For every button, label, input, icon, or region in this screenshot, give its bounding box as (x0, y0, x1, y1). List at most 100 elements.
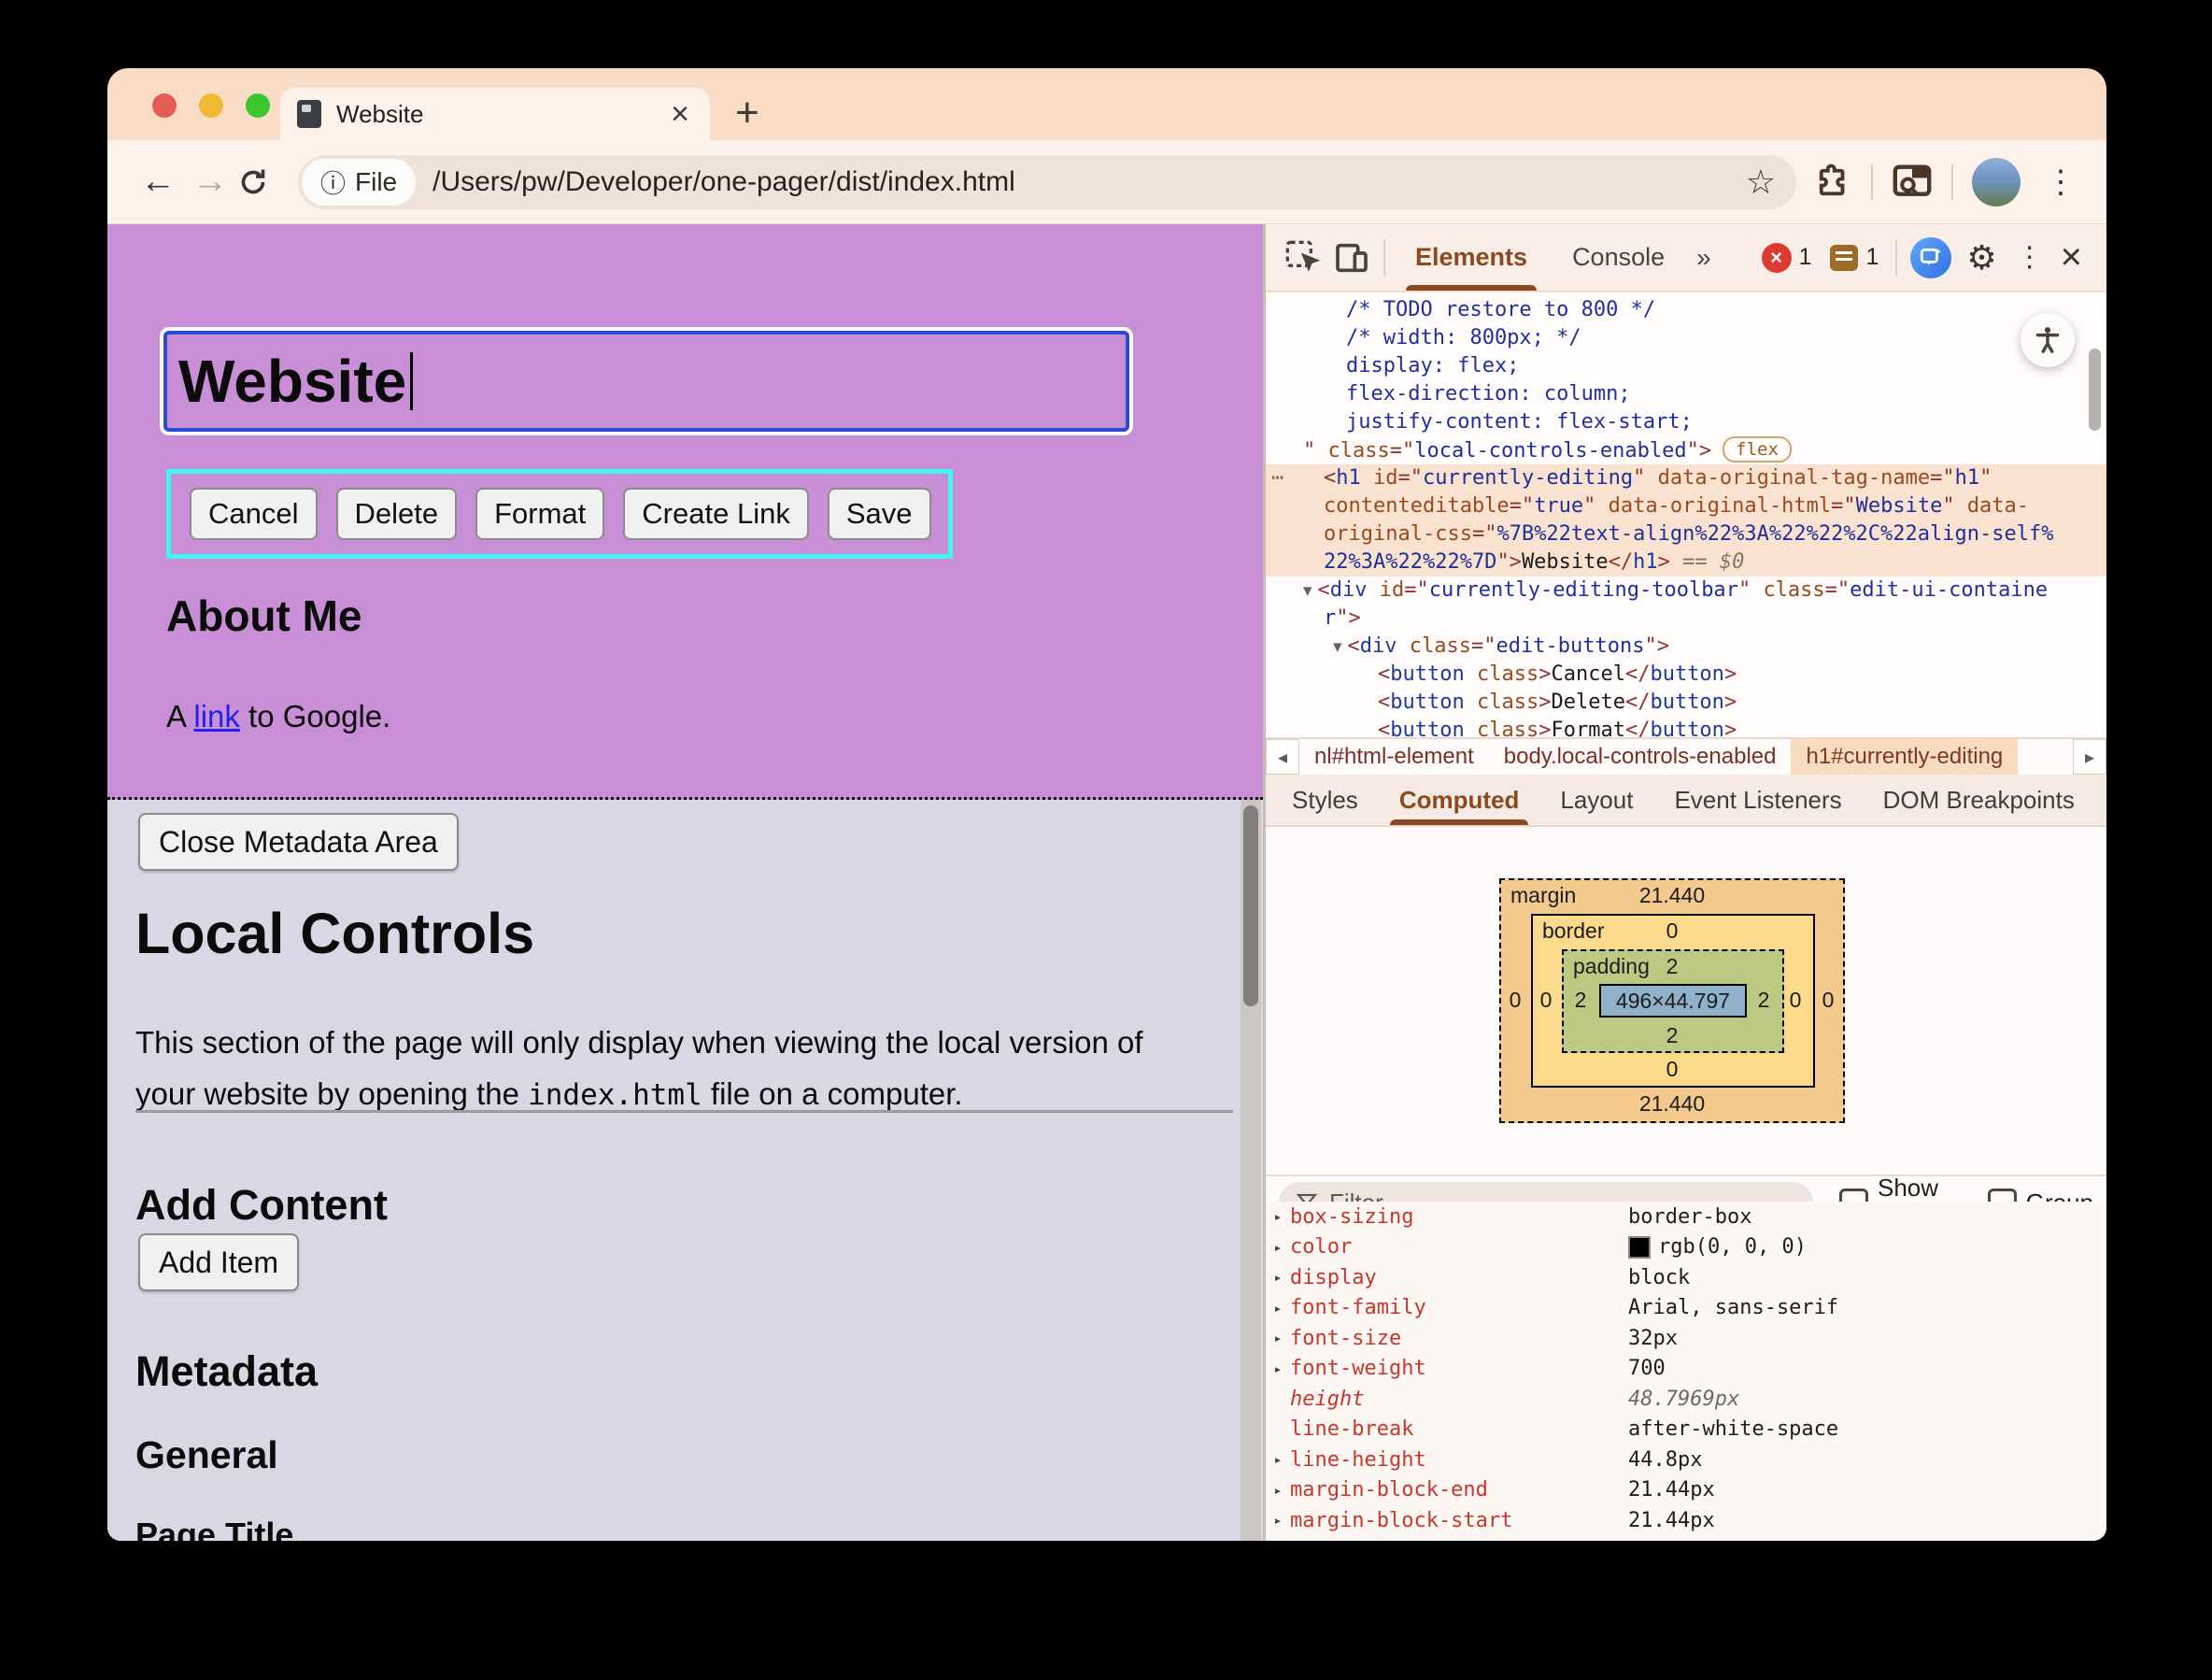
flex-badge[interactable]: flex (1723, 436, 1792, 463)
property-expand-arrow-icon[interactable]: ▸ (1266, 1300, 1290, 1317)
dom-tree-node[interactable]: display: flex; (1266, 352, 2106, 380)
box-model-content[interactable]: 496×44.797 (1599, 984, 1747, 1018)
google-link[interactable]: link (193, 699, 240, 733)
maximize-window-button[interactable] (246, 93, 270, 118)
back-icon[interactable]: ← (132, 162, 184, 202)
address-bar[interactable]: ⓘ File /Users/pw/Developer/one-pager/dis… (298, 155, 1796, 209)
property-expand-arrow-icon[interactable]: ▸ (1266, 1208, 1290, 1225)
expand-arrow-icon[interactable]: ▾ (1303, 581, 1312, 601)
breadcrumb-item[interactable]: body.local-controls-enabled (1489, 739, 1792, 775)
edit-toolbar-button[interactable]: Create Link (623, 488, 809, 540)
dom-tree-node[interactable]: justify-content: flex-start; (1266, 408, 2106, 436)
computed-property-row[interactable]: ▸displayblock (1266, 1262, 2106, 1293)
dom-tree-node[interactable]: ▾<div id="currently-editing-toolbar" cla… (1266, 577, 2106, 605)
property-expand-arrow-icon[interactable]: ▸ (1266, 1239, 1290, 1256)
tab-console[interactable]: Console (1550, 224, 1687, 291)
computed-property-row[interactable]: ▸line-height44.8px (1266, 1445, 2106, 1475)
console-errors-badge[interactable]: ×1 (1762, 243, 1812, 273)
issues-badge[interactable]: 1 (1830, 244, 1879, 271)
computed-property-row[interactable]: ▸font-familyArial, sans-serif (1266, 1293, 2106, 1324)
url-scheme-chip[interactable]: ⓘ File (302, 159, 416, 206)
dom-tree-node[interactable]: r"> (1266, 605, 2106, 633)
browser-tab[interactable]: Website × (280, 88, 710, 140)
ai-assistant-icon[interactable] (1910, 237, 1951, 278)
computed-property-row[interactable]: ▸margin-block-end21.44px (1266, 1475, 2106, 1506)
sidebar-tab-styles[interactable]: Styles (1271, 775, 1379, 825)
computed-property-row[interactable]: height48.7969px (1266, 1384, 2106, 1415)
edit-toolbar-button[interactable]: Cancel (190, 488, 318, 540)
property-value: Arial, sans-serif (1628, 1296, 1838, 1319)
forward-icon[interactable]: → (184, 162, 236, 202)
property-expand-arrow-icon[interactable]: ▸ (1266, 1451, 1290, 1468)
elements-tree[interactable]: /* TODO restore to 800 *//* width: 800px… (1266, 292, 2106, 737)
text-caret (410, 352, 413, 410)
edit-toolbar-button[interactable]: Format (475, 488, 604, 540)
inspect-element-icon[interactable] (1279, 239, 1327, 277)
property-expand-arrow-icon[interactable]: ▸ (1266, 1330, 1290, 1346)
property-expand-arrow-icon[interactable]: ▸ (1266, 1269, 1290, 1286)
property-expand-arrow-icon[interactable]: ▸ (1266, 1482, 1290, 1499)
edit-toolbar-button[interactable]: Save (828, 488, 931, 540)
more-sidebar-tabs-icon[interactable]: » (2095, 775, 2106, 825)
node-menu-dots-icon[interactable]: ⋯ (1271, 464, 1285, 492)
extensions-puzzle-icon[interactable] (1813, 163, 1852, 202)
devtools-settings-gear-icon[interactable]: ⚙ (1957, 238, 2006, 278)
more-panels-icon[interactable]: » (1687, 243, 1719, 273)
side-panel-icon[interactable] (1892, 164, 1933, 201)
add-item-button[interactable]: Add Item (138, 1233, 299, 1291)
breadcrumb-item[interactable]: nl#html-element (1299, 739, 1489, 775)
url-text[interactable]: /Users/pw/Developer/one-pager/dist/index… (432, 166, 1731, 198)
property-name: margin-block-end (1290, 1478, 1628, 1502)
device-toolbar-icon[interactable] (1327, 239, 1376, 277)
computed-property-row[interactable]: ▸box-sizingborder-box (1266, 1202, 2106, 1232)
dom-tree-node[interactable]: ▾<div class="edit-buttons"> (1266, 633, 2106, 661)
sidebar-tab-dom-breakpoints[interactable]: DOM Breakpoints (1863, 775, 2095, 825)
accessibility-overlay-button[interactable] (2021, 313, 2075, 367)
property-expand-arrow-icon[interactable]: ▸ (1266, 1360, 1290, 1377)
close-metadata-button[interactable]: Close Metadata Area (138, 813, 459, 871)
dom-tree-node[interactable]: flex-direction: column; (1266, 380, 2106, 408)
dom-tree-node[interactable]: original-css="%7B%22text-align%22%3A%22%… (1266, 520, 2106, 548)
page-scrollbar-thumb[interactable] (1243, 805, 1258, 1006)
devtools-menu-kebab-icon[interactable]: ⋮ (2006, 241, 2053, 274)
devtools-scrollbar-thumb[interactable] (2089, 349, 2101, 431)
close-window-button[interactable] (152, 93, 177, 118)
dom-tree-node[interactable]: contenteditable="true" data-original-htm… (1266, 492, 2106, 520)
page-title-editable[interactable]: Website (163, 331, 1129, 432)
dom-tree-node[interactable]: <button class>Delete</button> (1266, 689, 2106, 717)
profile-avatar[interactable] (1972, 158, 2021, 206)
computed-property-row[interactable]: ▸font-weight700 (1266, 1354, 2106, 1385)
dom-tree-node[interactable]: /* TODO restore to 800 */ (1266, 296, 2106, 324)
browser-menu-kebab-icon[interactable]: ⋮ (2039, 164, 2082, 201)
bookmark-star-icon[interactable]: ☆ (1731, 163, 1791, 202)
dom-tree-node[interactable]: <button class>Format</button> (1266, 717, 2106, 737)
sidebar-tab-event-listeners[interactable]: Event Listeners (1653, 775, 1862, 825)
metadata-heading: Metadata (135, 1347, 318, 1396)
sidebar-tab-computed[interactable]: Computed (1379, 775, 1540, 825)
computed-property-row[interactable]: ▸margin-block-start21.44px (1266, 1505, 2106, 1536)
devtools-close-icon[interactable]: × (2053, 236, 2093, 278)
breadcrumb-item[interactable]: h1#currently-editing (1791, 739, 2018, 775)
computed-property-row[interactable]: line-breakafter-white-space (1266, 1415, 2106, 1445)
property-expand-arrow-icon[interactable]: ▸ (1266, 1512, 1290, 1529)
breadcrumb-scroll-right-icon[interactable]: ▸ (2073, 739, 2106, 775)
computed-property-row[interactable]: ▸font-size32px (1266, 1323, 2106, 1354)
minimize-window-button[interactable] (199, 93, 223, 118)
edit-toolbar-button[interactable]: Delete (336, 488, 458, 540)
dom-tree-node[interactable]: 22%3A%22%22%7D">Website</h1> == $0 (1266, 548, 2106, 577)
computed-properties-list[interactable]: ▸box-sizingborder-box▸colorrgb(0, 0, 0)▸… (1266, 1202, 2106, 1541)
breadcrumb-scroll-left-icon[interactable]: ◂ (1266, 739, 1299, 775)
devtools-separator (1383, 239, 1385, 277)
dom-tree-node[interactable]: <button class>Cancel</button> (1266, 661, 2106, 689)
dom-tree-node[interactable]: " class="local-controls-enabled">flex (1266, 436, 2106, 464)
reload-icon[interactable] (236, 165, 289, 199)
breadcrumb: ◂ nl#html-elementbody.local-controls-ena… (1266, 737, 2106, 775)
dom-tree-node[interactable]: ⋯<h1 id="currently-editing" data-origina… (1266, 464, 2106, 492)
expand-arrow-icon[interactable]: ▾ (1333, 637, 1342, 657)
new-tab-button[interactable]: + (735, 91, 759, 135)
tab-close-icon[interactable]: × (667, 98, 693, 130)
sidebar-tab-layout[interactable]: Layout (1539, 775, 1653, 825)
computed-property-row[interactable]: ▸colorrgb(0, 0, 0) (1266, 1232, 2106, 1263)
tab-elements[interactable]: Elements (1393, 224, 1550, 291)
dom-tree-node[interactable]: /* width: 800px; */ (1266, 324, 2106, 352)
